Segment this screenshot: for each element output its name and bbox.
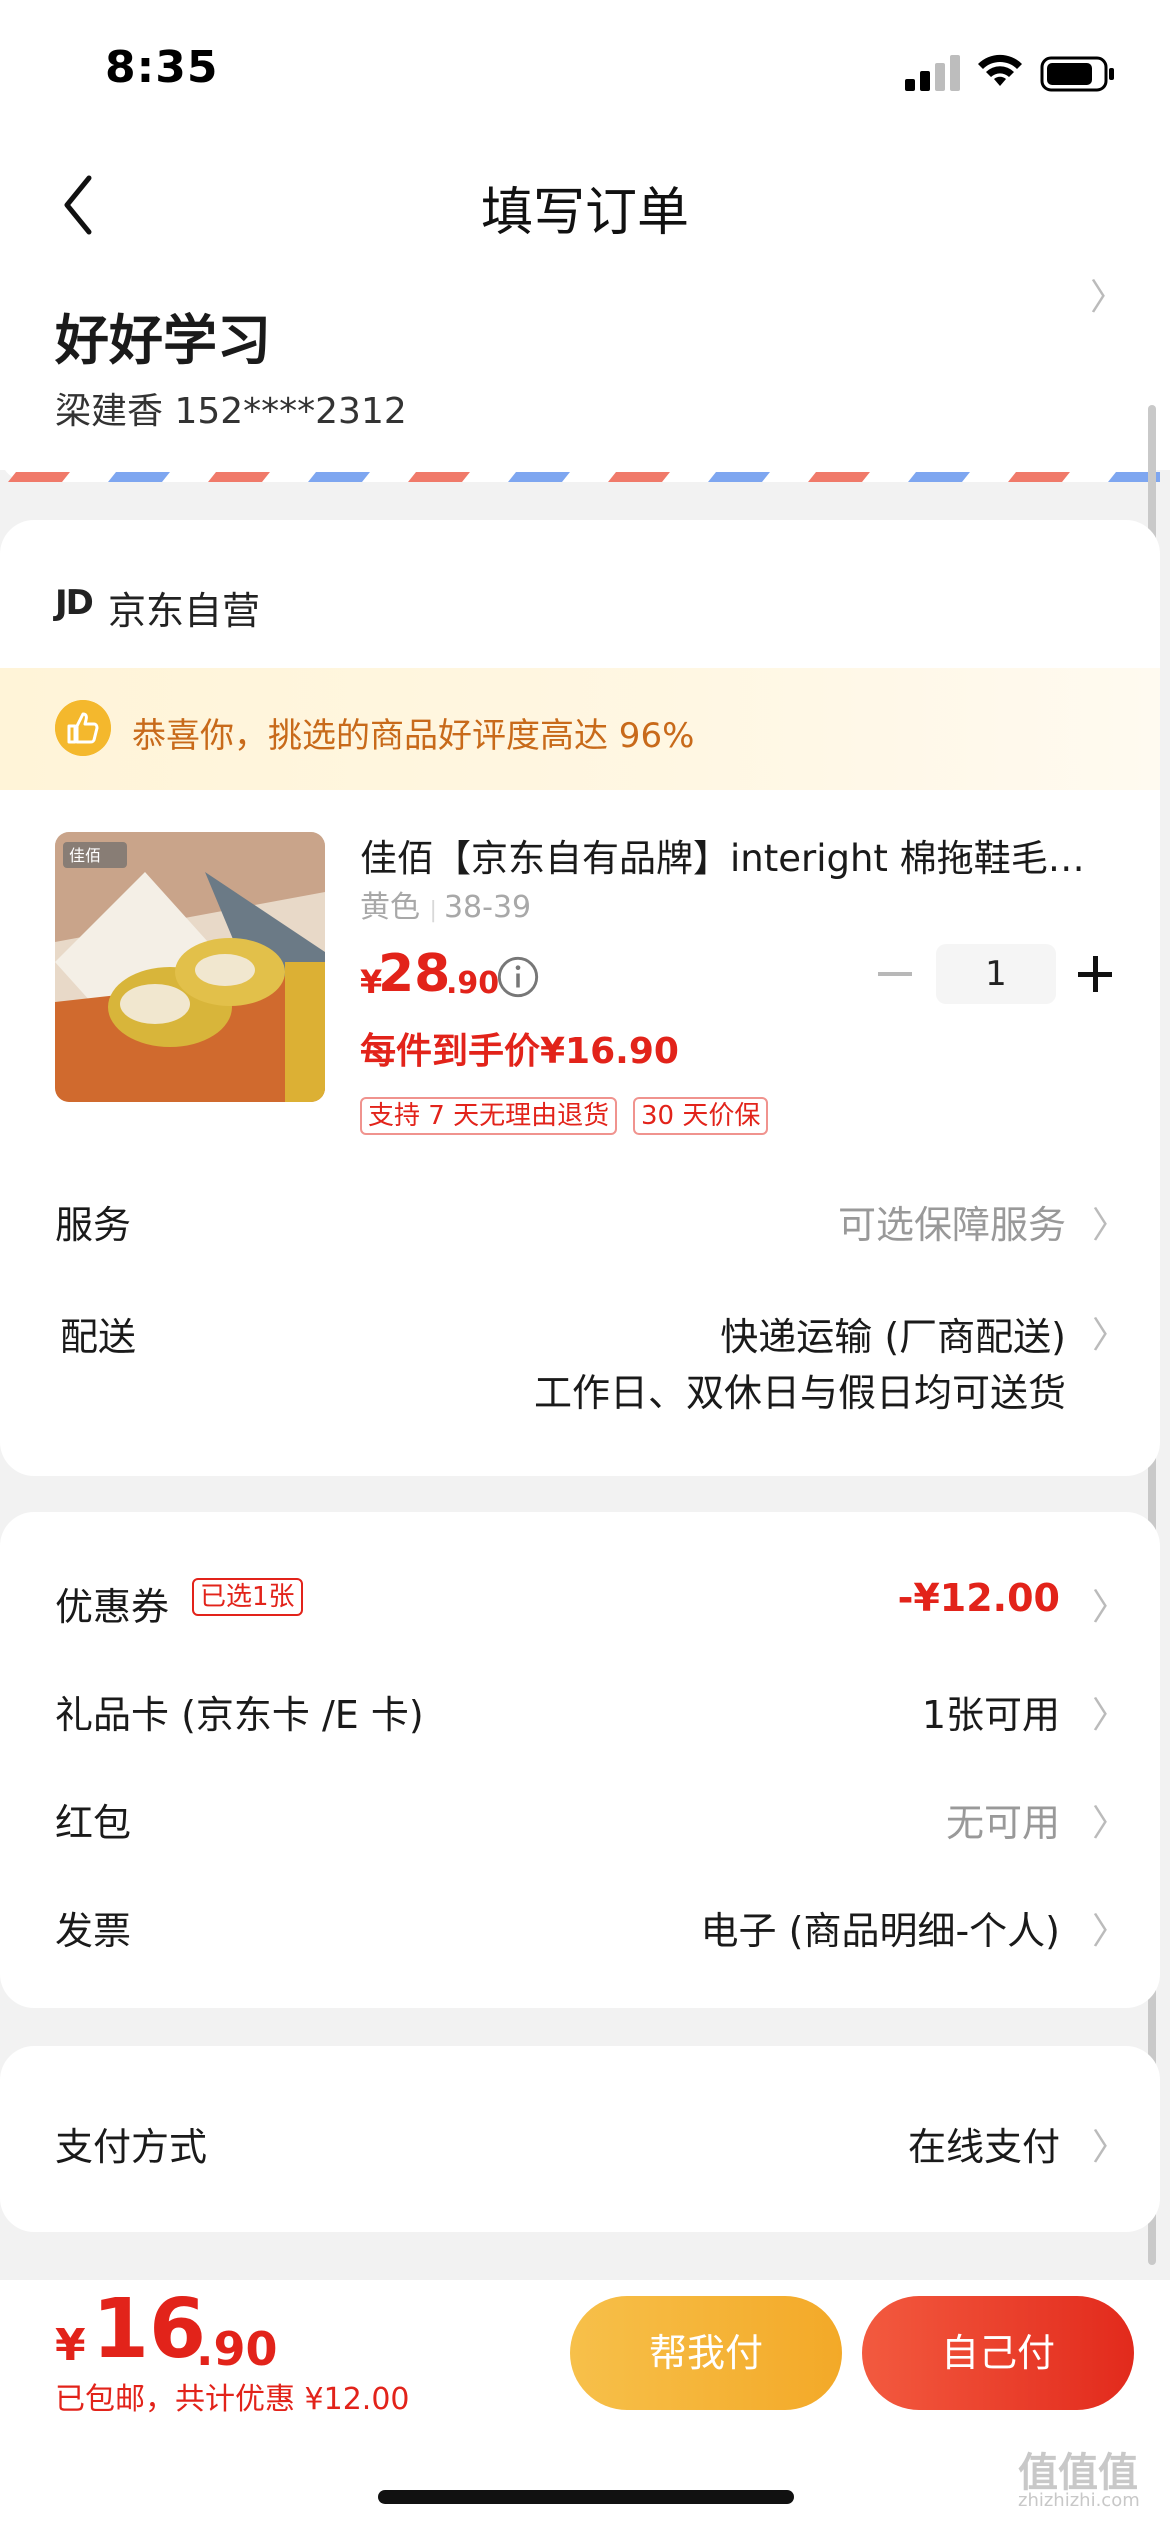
service-chevron-icon[interactable]: 〉 [1092, 1196, 1128, 1248]
address-contact: 梁建香 152****2312 [55, 391, 407, 432]
product-spec: 黄色 | 38-39 [360, 890, 532, 925]
delivery-sub: 工作日、双休日与假日均可送货 [533, 1371, 1066, 1415]
redpacket-chevron-icon[interactable]: 〉 [1092, 1794, 1128, 1846]
delivery-value[interactable]: 快递运输 (厂商配送) [720, 1306, 1066, 1361]
praise-text: 恭喜你，挑选的商品好评度高达 96% [132, 716, 695, 756]
product-image[interactable]: 佳佰 [55, 832, 325, 1102]
status-time: 8:35 [105, 42, 219, 93]
signal-icon [905, 55, 961, 91]
product-title[interactable]: 佳佰【京东自有品牌】interight 棉拖鞋毛绒保暖家居室内防滑秋冬季托鞋女黄… [360, 828, 1120, 882]
giftcard-label: 礼品卡 (京东卡 /E 卡) [55, 1693, 424, 1737]
total-symbol: ¥ [55, 2320, 86, 2371]
return-policy-tag: 支持 7 天无理由退货 [360, 1097, 618, 1135]
info-icon[interactable] [497, 956, 539, 998]
price-decimal: .90 [446, 966, 500, 1001]
delivery-chevron-icon[interactable]: 〉 [1092, 1306, 1128, 1358]
airmail-stripe [0, 472, 1160, 482]
help-pay-button[interactable]: 帮我付 [570, 2296, 842, 2410]
qty-plus-button[interactable] [1078, 952, 1112, 996]
product-spec-size: 38-39 [443, 890, 532, 925]
per-item-price: 每件到手价¥16.90 [360, 1031, 679, 1072]
giftcard-value[interactable]: 1张可用 [922, 1684, 1060, 1739]
price-protect-tag: 30 天价保 [633, 1097, 769, 1135]
payment-chevron-icon[interactable]: 〉 [1092, 2118, 1128, 2170]
service-value[interactable]: 可选保障服务 [838, 1194, 1066, 1249]
home-indicator[interactable] [378, 2490, 794, 2504]
qty-minus-button[interactable] [878, 972, 912, 976]
product-spec-color: 黄色 [360, 890, 420, 925]
payment-value[interactable]: 在线支付 [908, 2116, 1060, 2171]
battery-icon [1040, 56, 1114, 92]
total-summary: 已包邮，共计优惠 ¥12.00 [55, 2382, 410, 2417]
self-pay-button[interactable]: 自己付 [862, 2296, 1134, 2410]
redpacket-label: 红包 [55, 1801, 132, 1845]
total-decimal: .90 [196, 2322, 278, 2376]
coupon-chevron-icon[interactable]: 〉 [1092, 1578, 1128, 1630]
page-title: 填写订单 [480, 183, 689, 243]
address-name[interactable]: 好好学习 [55, 296, 271, 375]
invoice-value[interactable]: 电子 (商品明细-个人) [701, 1900, 1060, 1955]
delivery-label: 配送 [60, 1315, 137, 1359]
coupon-label: 优惠券 [55, 1585, 170, 1629]
wifi-icon [978, 54, 1022, 86]
coupon-value[interactable]: -¥12.00 [898, 1576, 1060, 1620]
jd-logo-icon: JD [55, 583, 94, 623]
watermark-url: zhizhizhi.com [1018, 2490, 1140, 2511]
address-chevron-icon[interactable]: 〉 [1090, 268, 1126, 320]
thumbs-up-icon [55, 700, 111, 756]
redpacket-value[interactable]: 无可用 [946, 1792, 1060, 1847]
product-brand-mark: 佳佰 [69, 846, 101, 865]
giftcard-chevron-icon[interactable]: 〉 [1092, 1686, 1128, 1738]
shop-name[interactable]: 京东自营 [108, 580, 260, 635]
total-integer: 16 [92, 2282, 207, 2377]
price-integer: 28 [378, 944, 451, 1004]
payment-label: 支付方式 [55, 2125, 208, 2169]
quantity-field[interactable]: 1 [936, 944, 1056, 1004]
coupon-badge: 已选1张 [192, 1578, 303, 1616]
invoice-label: 发票 [55, 1909, 132, 1953]
invoice-chevron-icon[interactable]: 〉 [1092, 1902, 1128, 1954]
service-label: 服务 [55, 1203, 132, 1247]
